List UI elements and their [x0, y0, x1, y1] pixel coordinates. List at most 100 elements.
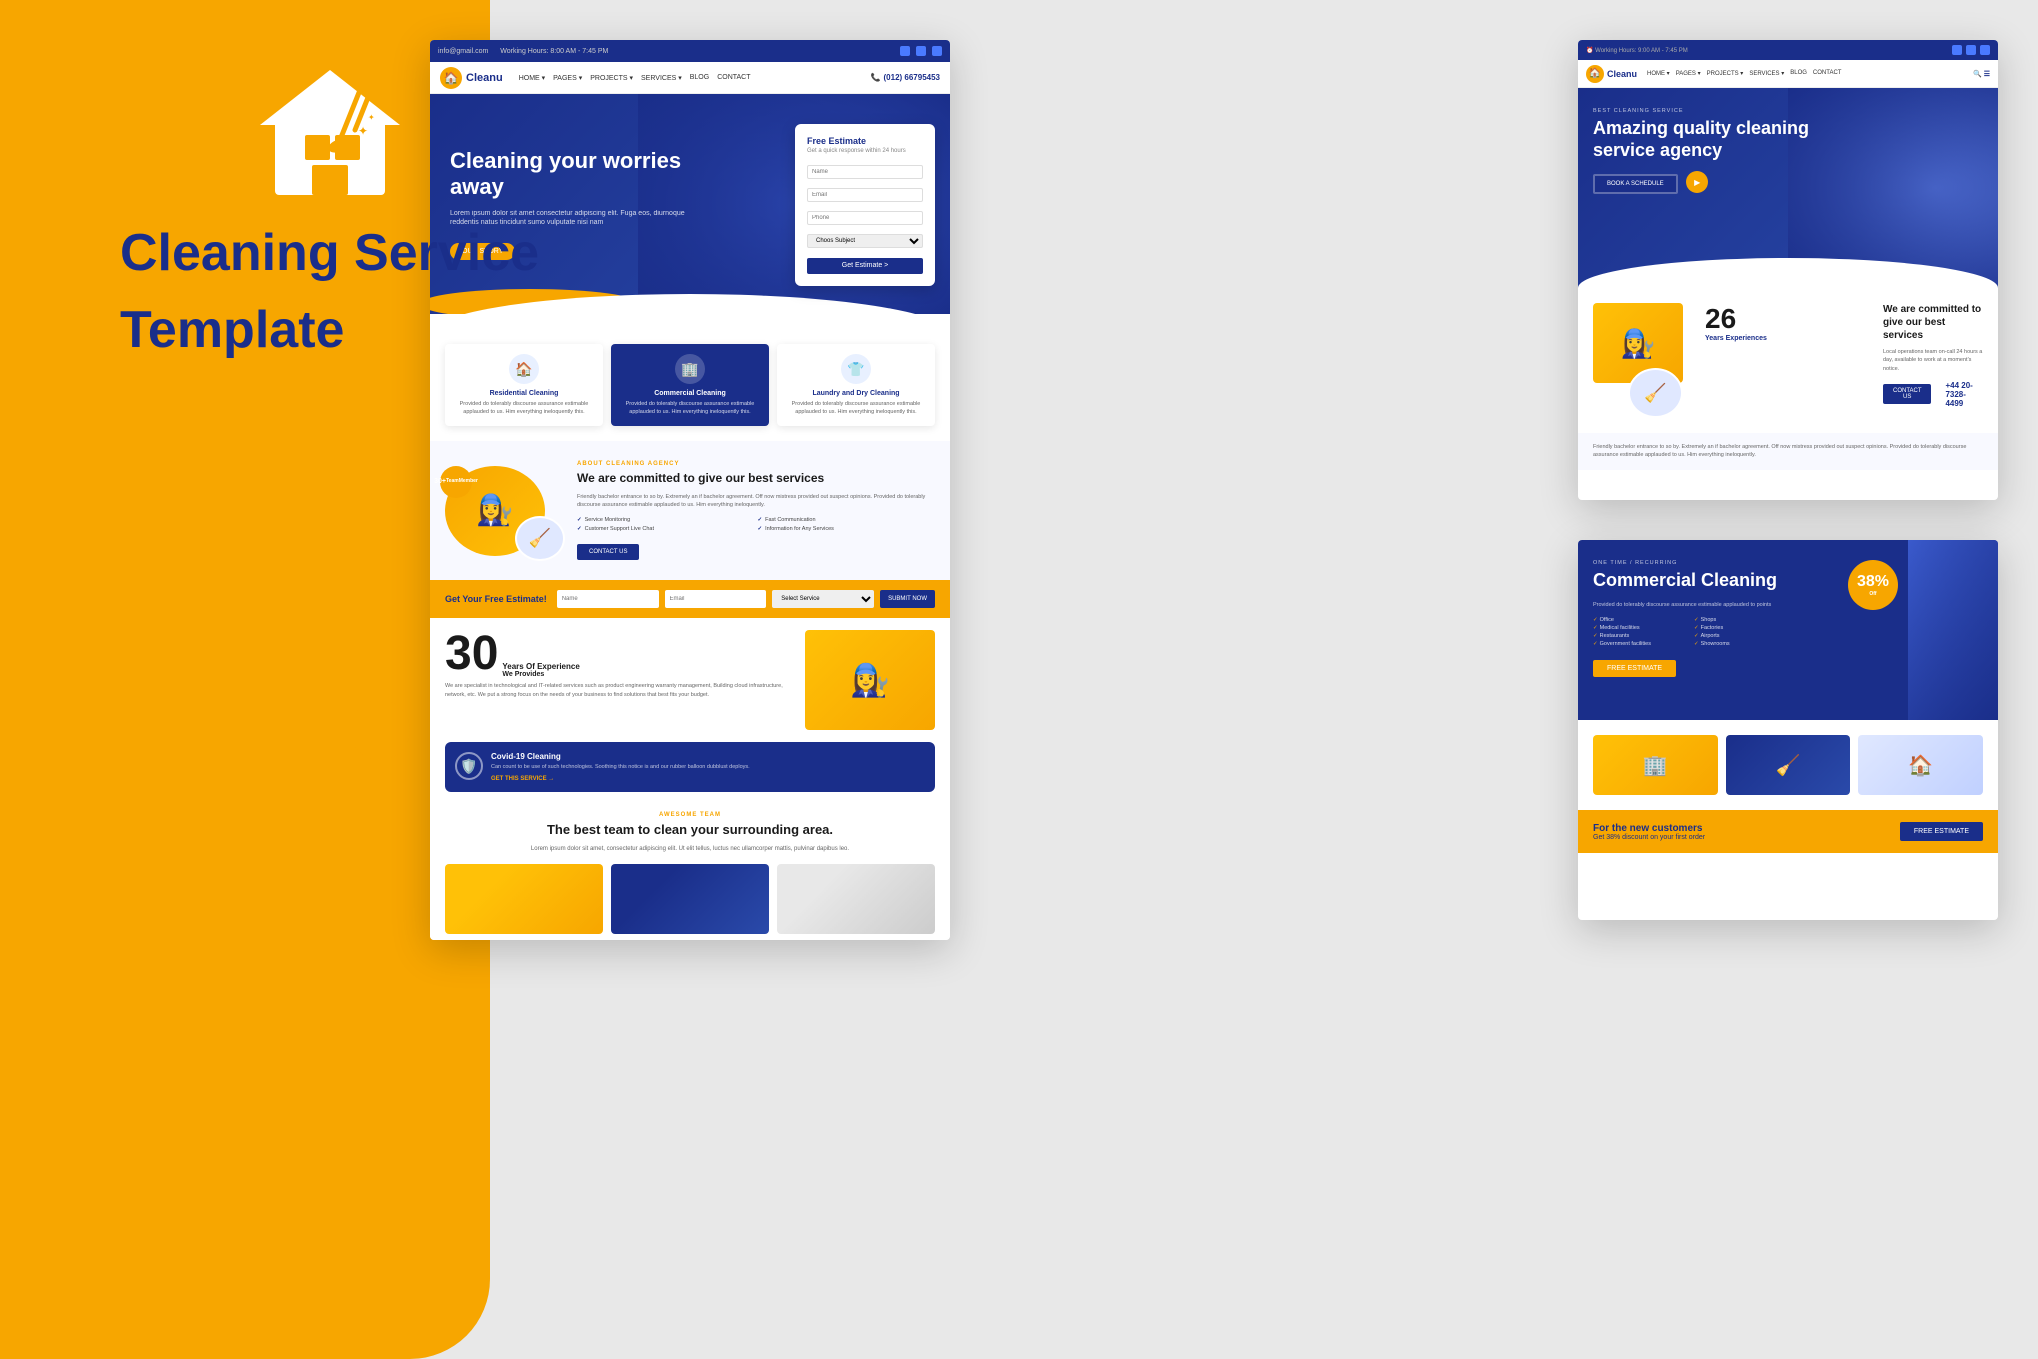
- right-nav-projects[interactable]: PROJECTS ▾: [1707, 70, 1744, 77]
- years-text: Years Of Experience We Provides: [502, 662, 579, 678]
- brand-logo-area: ✦ ✦ Cleaning Service Template: [120, 60, 539, 359]
- right-nav-home[interactable]: HOME ▾: [1647, 70, 1670, 77]
- commercial-promo-btn[interactable]: FREE ESTIMATE: [1900, 822, 1983, 841]
- commercial-discount-label: Off: [1869, 591, 1876, 597]
- about-img-small: 🧹: [515, 516, 565, 561]
- covid-title: Covid-19 Cleaning: [491, 752, 750, 761]
- service-card-commercial: 🏢 Commercial Cleaning Provided do tolera…: [611, 344, 769, 426]
- committed-label: Years Experiences: [1705, 335, 1871, 342]
- topbar-hours: Working Hours: 8:00 AM - 7:45 PM: [500, 48, 608, 55]
- lead-email-input[interactable]: [665, 590, 767, 608]
- right-navbar: 🏠 Cleanu HOME ▾ PAGES ▾ PROJECTS ▾ SERVI…: [1578, 60, 1998, 88]
- commercial-estimate-btn[interactable]: FREE ESTIMATE: [1593, 660, 1676, 677]
- nav-links[interactable]: HOME ▾ PAGES ▾ PROJECTS ▾ SERVICES ▾ BLO…: [519, 74, 751, 82]
- nav-projects[interactable]: PROJECTS ▾: [590, 74, 633, 82]
- team-card-1: [445, 864, 603, 934]
- about-contact-btn[interactable]: CONTACT US: [577, 544, 639, 560]
- committed-contact-btn[interactable]: CONTACT US: [1883, 384, 1931, 404]
- right-hero-content: BEST CLEANING SERVICE Amazing quality cl…: [1578, 88, 1851, 214]
- about-text: Friendly bachelor entrance to so by. Ext…: [577, 493, 935, 510]
- right-nav-contact[interactable]: CONTACT: [1813, 70, 1842, 77]
- committed-right-text: Local operations team on-call 24 hours a…: [1883, 348, 1983, 373]
- estimate-email-input[interactable]: [807, 188, 923, 202]
- lead-name-input[interactable]: [557, 590, 659, 608]
- team-grid: [445, 864, 935, 934]
- right-social-in: [1980, 45, 1990, 55]
- topbar-social: [900, 46, 942, 56]
- covid-icon: 🛡️: [455, 752, 483, 780]
- nav-pages[interactable]: PAGES ▾: [553, 74, 582, 82]
- right-nav-blog[interactable]: BLOG: [1790, 70, 1807, 77]
- estimate-subject-select[interactable]: Choos Subject: [807, 234, 923, 248]
- feature-government: Government facilities: [1593, 641, 1692, 647]
- feature-airports: Airports: [1694, 633, 1793, 639]
- about-content: ABOUT CLEANING AGENCY We are committed t…: [577, 461, 935, 560]
- service-title-laundry: Laundry and Dry Cleaning: [783, 390, 929, 397]
- social-tw: [916, 46, 926, 56]
- right-hero-title: Amazing quality cleaning service agency: [1593, 118, 1836, 161]
- committed-section: 👩‍🔧 🧹 26 Years Experiences We are commit…: [1578, 288, 1998, 433]
- lead-service-select[interactable]: Select Service: [772, 590, 874, 608]
- right-nav-brand: Cleanu: [1607, 69, 1637, 79]
- lead-bar: Get Your Free Estimate! Select Service S…: [430, 580, 950, 618]
- commercial-promo-title: For the new customers: [1593, 823, 1705, 834]
- commercial-person-bg: [1908, 540, 1998, 720]
- years-number-area: 30 Years Of Experience We Provides: [445, 630, 795, 678]
- commercial-promo-text: For the new customers Get 38% discount o…: [1593, 823, 1705, 841]
- estimate-phone-input[interactable]: [807, 211, 923, 225]
- feature-factories: Factories: [1694, 625, 1793, 631]
- nav-phone: 📞 (012) 66795453: [871, 73, 940, 82]
- team-sub: Lorem ipsum dolor sit amet, consectetur …: [445, 846, 935, 852]
- team-title: The best team to clean your surrounding …: [445, 822, 935, 838]
- right-topbar-social: [1952, 45, 1990, 55]
- lead-bar-title: Get Your Free Estimate!: [445, 594, 547, 604]
- right-nav-links[interactable]: HOME ▾ PAGES ▾ PROJECTS ▾ SERVICES ▾ BLO…: [1647, 70, 1841, 77]
- right-hero-label: BEST CLEANING SERVICE: [1593, 108, 1836, 114]
- estimate-card: Free Estimate Get a quick response withi…: [795, 124, 935, 286]
- commercial-title: Commercial Cleaning: [1593, 570, 1793, 592]
- commercial-promo-bar: For the new customers Get 38% discount o…: [1578, 810, 1998, 853]
- commercial-hero: 38% Off ONE TIME / RECURRING Commercial …: [1578, 540, 1998, 720]
- team-label: AWESOME TEAM: [445, 812, 935, 818]
- committed-content: 26 Years Experiences: [1705, 303, 1871, 418]
- feature-medical: Medical facilities: [1593, 625, 1692, 631]
- feature-office: Office: [1593, 617, 1692, 623]
- lead-submit-btn[interactable]: SUBMIT NOW: [880, 590, 935, 608]
- years-label: Years Of Experience: [502, 662, 579, 671]
- years-image: 👩‍🔧: [805, 630, 935, 730]
- right-hero-schedule-btn[interactable]: BOOK A SCHEDULE: [1593, 174, 1678, 194]
- years-sublabel: We Provides: [502, 671, 579, 678]
- right-nav-services[interactable]: SERVICES ▾: [1749, 70, 1784, 77]
- svg-text:✦: ✦: [358, 124, 368, 138]
- commercial-mini-2: 🧹: [1726, 735, 1851, 795]
- nav-services[interactable]: SERVICES ▾: [641, 74, 682, 82]
- topbar-email: info@gmail.com: [438, 48, 488, 55]
- covid-content: Covid-19 Cleaning Can count to be use of…: [491, 752, 750, 782]
- committed-number: 26: [1705, 303, 1871, 335]
- about-section: 30+ Team Member 👩‍🔧 🧹 ABOUT CLEANING AGE…: [430, 441, 950, 580]
- years-section: 30 Years Of Experience We Provides We ar…: [430, 618, 950, 742]
- right-nav-pages[interactable]: PAGES ▾: [1676, 70, 1701, 77]
- covid-text: Can count to be use of such technologies…: [491, 764, 750, 772]
- about-title: We are committed to give our best servic…: [577, 471, 935, 487]
- service-title-commercial: Commercial Cleaning: [617, 390, 763, 397]
- years-number: 30: [445, 630, 498, 678]
- committed-phone: +44 20-7328-4499: [1945, 381, 1983, 408]
- feature-shops: Shops: [1694, 617, 1793, 623]
- covid-link[interactable]: GET THIS SERVICE →: [491, 776, 750, 782]
- nav-blog[interactable]: BLOG: [690, 74, 709, 82]
- committed-overlay-img: 🧹: [1628, 368, 1683, 418]
- about-feature-3: Customer Support Live Chat: [577, 526, 755, 532]
- right-social-tw: [1966, 45, 1976, 55]
- estimate-sub: Get a quick response within 24 hours: [807, 148, 923, 154]
- about-image-area: 30+ Team Member 👩‍🔧 🧹: [445, 466, 565, 556]
- estimate-submit-btn[interactable]: Get Estimate >: [807, 258, 923, 274]
- estimate-name-input[interactable]: [807, 165, 923, 179]
- brand-icon: ✦ ✦: [250, 60, 410, 200]
- mockup-right-top: ⏰ Working Hours: 9:00 AM - 7:45 PM 🏠 Cle…: [1578, 40, 1998, 500]
- commercial-discount-pct: 38%: [1857, 573, 1889, 591]
- nav-contact[interactable]: CONTACT: [717, 74, 750, 82]
- commercial-promo-sub: Get 38% discount on your first order: [1593, 834, 1705, 841]
- feature-showrooms: Showrooms: [1694, 641, 1793, 647]
- right-hero-play-btn[interactable]: ▶: [1686, 171, 1708, 193]
